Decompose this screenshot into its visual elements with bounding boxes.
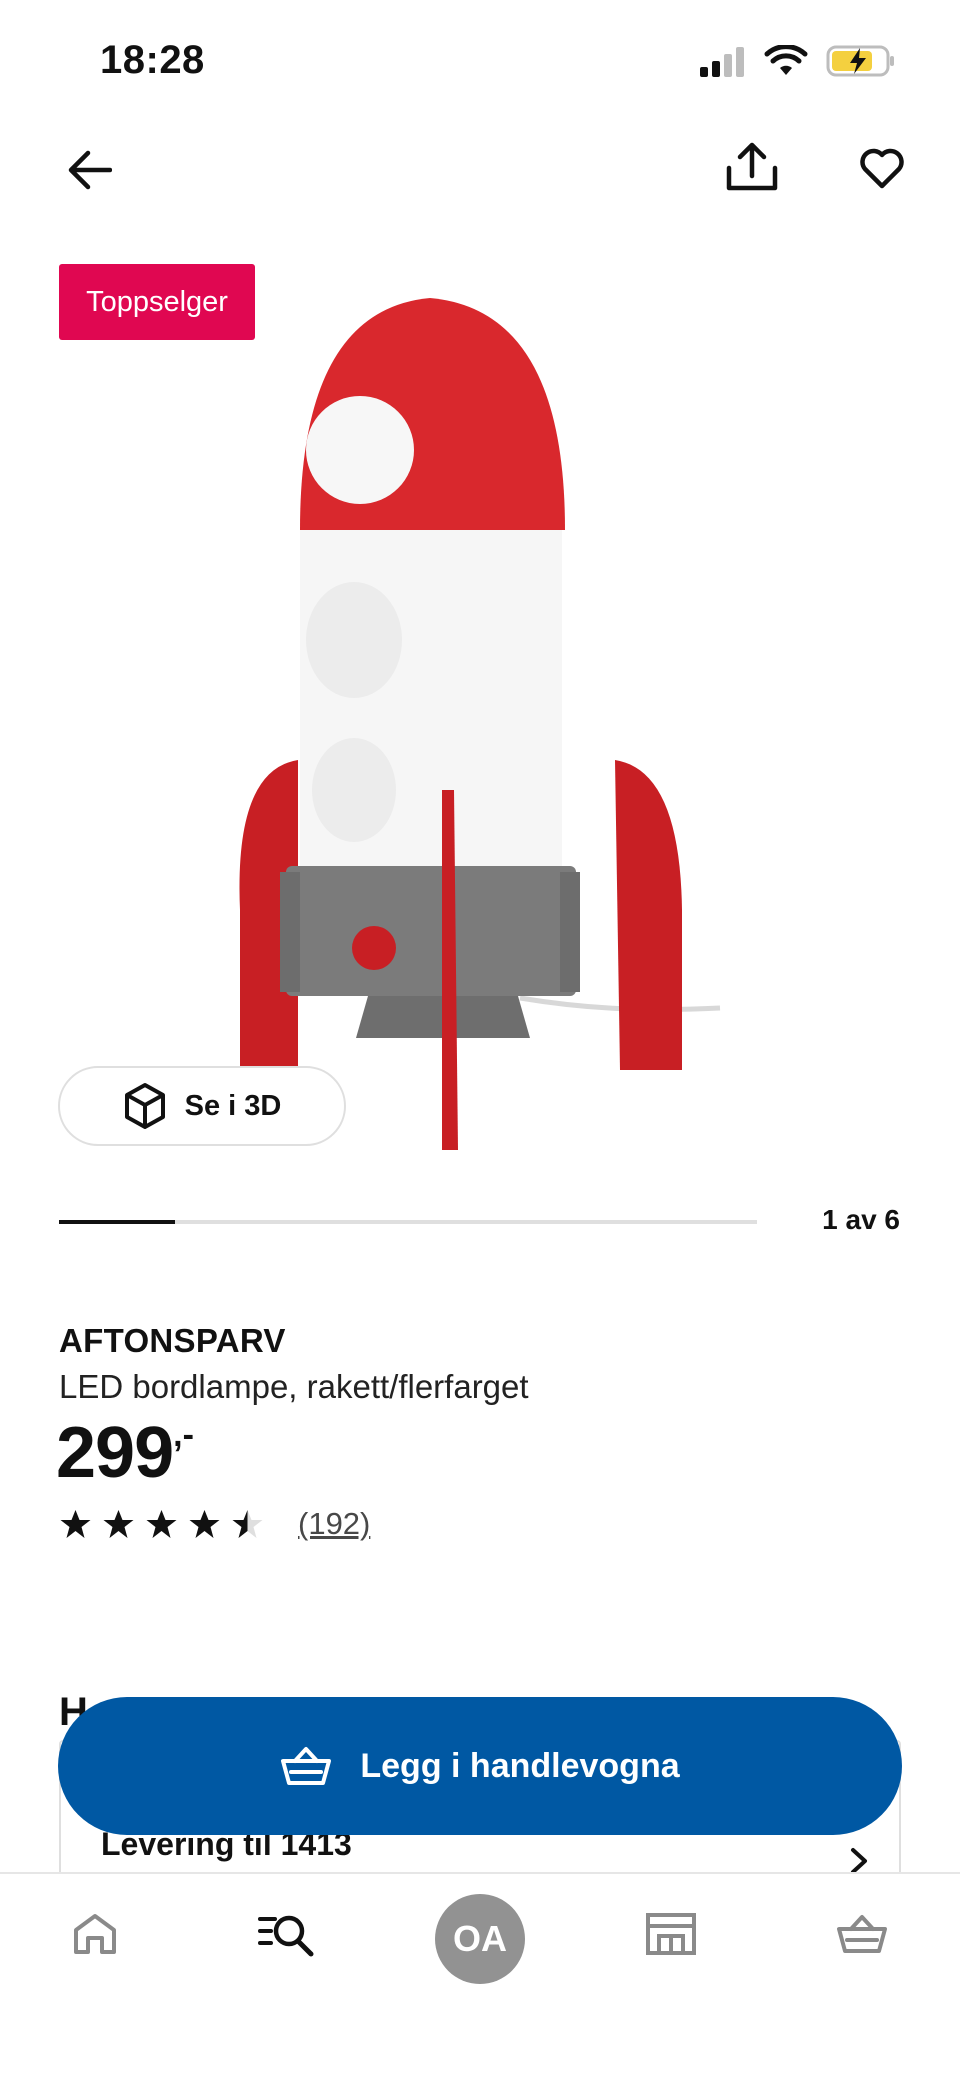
review-count-link[interactable]: (192): [298, 1506, 370, 1542]
star-icon: [189, 1510, 220, 1538]
tab-store[interactable]: [611, 1874, 731, 1994]
signal-icon: [700, 47, 744, 77]
carousel-progress: [59, 1220, 757, 1224]
arrow-left-icon: [68, 150, 112, 190]
product-image[interactable]: [220, 290, 740, 1150]
top-nav: [0, 130, 960, 210]
add-to-cart-label: Legg i handlevogna: [360, 1746, 680, 1785]
share-icon: [726, 142, 778, 191]
carousel-progress-fill: [59, 1220, 176, 1224]
basket-icon: [837, 1915, 887, 1953]
store-icon: [646, 1913, 696, 1955]
cube-icon: [124, 1083, 165, 1129]
star-icon: [232, 1510, 263, 1538]
battery-icon: [826, 45, 894, 77]
back-button[interactable]: [58, 138, 122, 202]
favourite-button[interactable]: [848, 134, 916, 202]
status-time: 18:28: [100, 38, 205, 82]
star-icon: [103, 1510, 134, 1538]
tab-cart[interactable]: [802, 1874, 922, 1994]
product-name: AFTONSPARV: [59, 1322, 286, 1359]
star-icon: [60, 1510, 91, 1538]
share-button[interactable]: [720, 132, 784, 202]
carousel-counter: 1 av 6: [822, 1204, 900, 1235]
tab-search[interactable]: [226, 1874, 346, 1994]
price-integer: 299: [56, 1413, 174, 1493]
profile-avatar[interactable]: OA: [435, 1894, 525, 1984]
tab-home[interactable]: [35, 1874, 155, 1994]
search-list-icon: [258, 1915, 314, 1957]
rating-stars: [59, 1508, 264, 1540]
heart-icon: [860, 148, 904, 189]
basket-icon: [281, 1747, 332, 1785]
add-to-cart-button[interactable]: Legg i handlevogna: [58, 1697, 902, 1835]
star-icon: [146, 1510, 177, 1538]
status-bar: 18:28: [0, 0, 960, 120]
product-description: LED bordlampe, rakett/flerfarget: [59, 1368, 529, 1405]
product-price: 299 ,-: [56, 1412, 194, 1494]
wifi-icon: [764, 45, 808, 75]
view-3d-button[interactable]: Se i 3D: [58, 1066, 346, 1146]
home-icon: [74, 1914, 116, 1954]
view-3d-label: Se i 3D: [184, 1089, 282, 1122]
bottom-tab-bar: OA: [0, 1872, 960, 2078]
price-decimal: ,-: [173, 1416, 194, 1454]
status-icons: [698, 44, 896, 78]
rating[interactable]: (192): [59, 1506, 370, 1542]
